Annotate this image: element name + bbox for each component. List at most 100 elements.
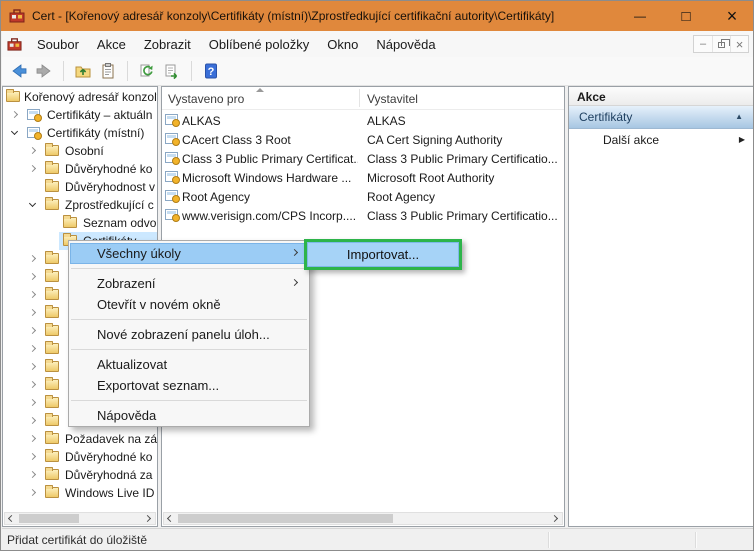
chevron-right-icon[interactable] [29, 345, 36, 352]
minimize-icon[interactable] [617, 1, 663, 31]
menu-item-importovat[interactable]: Importovat... [307, 242, 459, 267]
menu-oblibene-polozky[interactable]: Oblíbené položky [200, 33, 318, 56]
menu-item-nove-zobrazeni-panelu-uloh[interactable]: Nové zobrazení panelu úloh... [70, 324, 308, 345]
menu-separator [71, 268, 307, 269]
chevron-right-icon[interactable] [29, 381, 36, 388]
highlight-annotation: Importovat... [304, 239, 462, 270]
tree-item-zprostredkujici[interactable]: Zprostředkující c [3, 196, 157, 214]
toolbar: ? [2, 57, 754, 86]
certificate-row[interactable]: ALKASALKAS [162, 111, 564, 130]
chevron-right-icon[interactable] [29, 147, 36, 154]
chevron-right-icon[interactable] [29, 417, 36, 424]
tree-item-certifikaty-mistni[interactable]: Certifikáty (místní) [3, 124, 157, 142]
certificate-row[interactable]: CAcert Class 3 RootCA Cert Signing Autho… [162, 130, 564, 149]
statusbar-separator [548, 532, 549, 548]
statusbar: Přidat certifikát do úložiště [2, 528, 754, 551]
menu-item-exportovat-seznam[interactable]: Exportovat seznam... [70, 375, 308, 396]
tree-item-duveryhodne-ko2[interactable]: Důvěryhodné ko [3, 448, 157, 466]
folder-icon [45, 325, 59, 336]
folder-icon [45, 487, 59, 498]
chevron-right-icon[interactable] [29, 435, 36, 442]
collapse-icon[interactable] [735, 112, 743, 121]
tree-item-windows-live-id[interactable]: Windows Live ID [3, 484, 157, 502]
menu-zobrazit[interactable]: Zobrazit [135, 33, 200, 56]
close-icon[interactable] [709, 1, 754, 31]
column-divider[interactable] [359, 89, 360, 107]
list-horizontal-scrollbar[interactable] [163, 512, 563, 525]
svg-text:?: ? [208, 66, 215, 78]
chevron-right-icon[interactable] [11, 111, 18, 118]
folder-icon [45, 307, 59, 318]
menu-item-aktualizovat[interactable]: Aktualizovat [70, 354, 308, 375]
tree-item-duveryhodne-ko[interactable]: Důvěryhodné ko [3, 160, 157, 178]
tree-item-console-root[interactable]: Kořenový adresář konzoly [3, 88, 157, 106]
scroll-left-icon[interactable] [5, 513, 18, 524]
menu-item-vsechny-ukoly[interactable]: Všechny úkoly [70, 243, 308, 264]
mmc-window: Cert - [Kořenový adresář konzoly\Certifi… [0, 0, 754, 551]
column-header-vystaveno-pro[interactable]: Vystaveno pro [168, 92, 244, 106]
chevron-right-icon[interactable] [29, 273, 36, 280]
chevron-right-icon[interactable] [29, 255, 36, 262]
app-toolbox-icon [9, 8, 25, 24]
chevron-right-icon[interactable] [29, 165, 36, 172]
chevron-right-icon[interactable] [29, 399, 36, 406]
tree-item-duveryhodnost[interactable]: Důvěryhodnost v [3, 178, 157, 196]
chevron-right-icon[interactable] [29, 363, 36, 370]
mdi-close-icon[interactable] [730, 36, 748, 52]
maximize-icon[interactable] [663, 1, 709, 31]
column-header-vystavitel[interactable]: Vystavitel [367, 92, 418, 106]
menu-soubor[interactable]: Soubor [28, 33, 88, 56]
forward-icon[interactable] [34, 61, 54, 81]
menu-item-napoveda[interactable]: Nápověda [70, 405, 308, 426]
flyout-arrow-icon [739, 135, 745, 144]
certificate-row[interactable]: www.verisign.com/CPS Incorp....Class 3 P… [162, 206, 564, 225]
chevron-right-icon[interactable] [29, 489, 36, 496]
sort-ascending-icon [256, 88, 264, 92]
folder-icon [45, 181, 59, 192]
action-item-dalsi-akce[interactable]: Další akce [569, 129, 753, 151]
tree-item-certifikaty-aktualni[interactable]: Certifikáty – aktuáln [3, 106, 157, 124]
chevron-down-icon[interactable] [11, 128, 18, 135]
chevron-down-icon[interactable] [29, 200, 36, 207]
toolbar-separator [63, 61, 64, 81]
scroll-thumb[interactable] [178, 514, 393, 523]
chevron-right-icon[interactable] [29, 453, 36, 460]
menu-napoveda[interactable]: Nápověda [367, 33, 444, 56]
up-one-level-icon[interactable] [73, 61, 93, 81]
menu-item-otevrit-v-novem-okne[interactable]: Otevřít v novém okně [70, 294, 308, 315]
refresh-icon[interactable] [137, 61, 157, 81]
certificate-icon [165, 133, 178, 144]
certificate-row[interactable]: Root AgencyRoot Agency [162, 187, 564, 206]
chevron-right-icon[interactable] [29, 291, 36, 298]
certificate-icon [165, 152, 178, 163]
chevron-right-icon[interactable] [29, 327, 36, 334]
folder-icon [45, 397, 59, 408]
scroll-right-icon[interactable] [549, 513, 562, 524]
menu-item-zobrazeni[interactable]: Zobrazení [70, 273, 308, 294]
help-icon[interactable]: ? [201, 61, 221, 81]
scroll-left-icon[interactable] [164, 513, 177, 524]
certificate-row[interactable]: Class 3 Public Primary Certificat...Clas… [162, 149, 564, 168]
tree-item-pozadavek[interactable]: Požadavek na zá [3, 430, 157, 448]
tree-horizontal-scrollbar[interactable] [4, 512, 156, 525]
action-group-certifikaty[interactable]: Certifikáty [569, 106, 753, 129]
action-pane: Akce Certifikáty Další akce [568, 86, 754, 527]
certificate-icon [165, 171, 178, 182]
tree-item-osobni[interactable]: Osobní [3, 142, 157, 160]
tree-item-duveryhodna-za[interactable]: Důvěryhodná za [3, 466, 157, 484]
tree-item-seznam-odvolanych[interactable]: Seznam odvo [3, 214, 157, 232]
menu-akce[interactable]: Akce [88, 33, 135, 56]
scroll-right-icon[interactable] [142, 513, 155, 524]
chevron-right-icon[interactable] [29, 309, 36, 316]
certificate-row[interactable]: Microsoft Windows Hardware ...Microsoft … [162, 168, 564, 187]
mdi-restore-icon[interactable] [712, 36, 730, 52]
chevron-right-icon[interactable] [29, 471, 36, 478]
folder-icon [45, 361, 59, 372]
menu-okno[interactable]: Okno [318, 33, 367, 56]
statusbar-separator [695, 532, 696, 548]
export-list-icon[interactable] [162, 61, 182, 81]
back-icon[interactable] [9, 61, 29, 81]
scroll-thumb[interactable] [19, 514, 79, 523]
properties-icon[interactable] [98, 61, 118, 81]
mdi-minimize-icon[interactable] [694, 36, 712, 52]
